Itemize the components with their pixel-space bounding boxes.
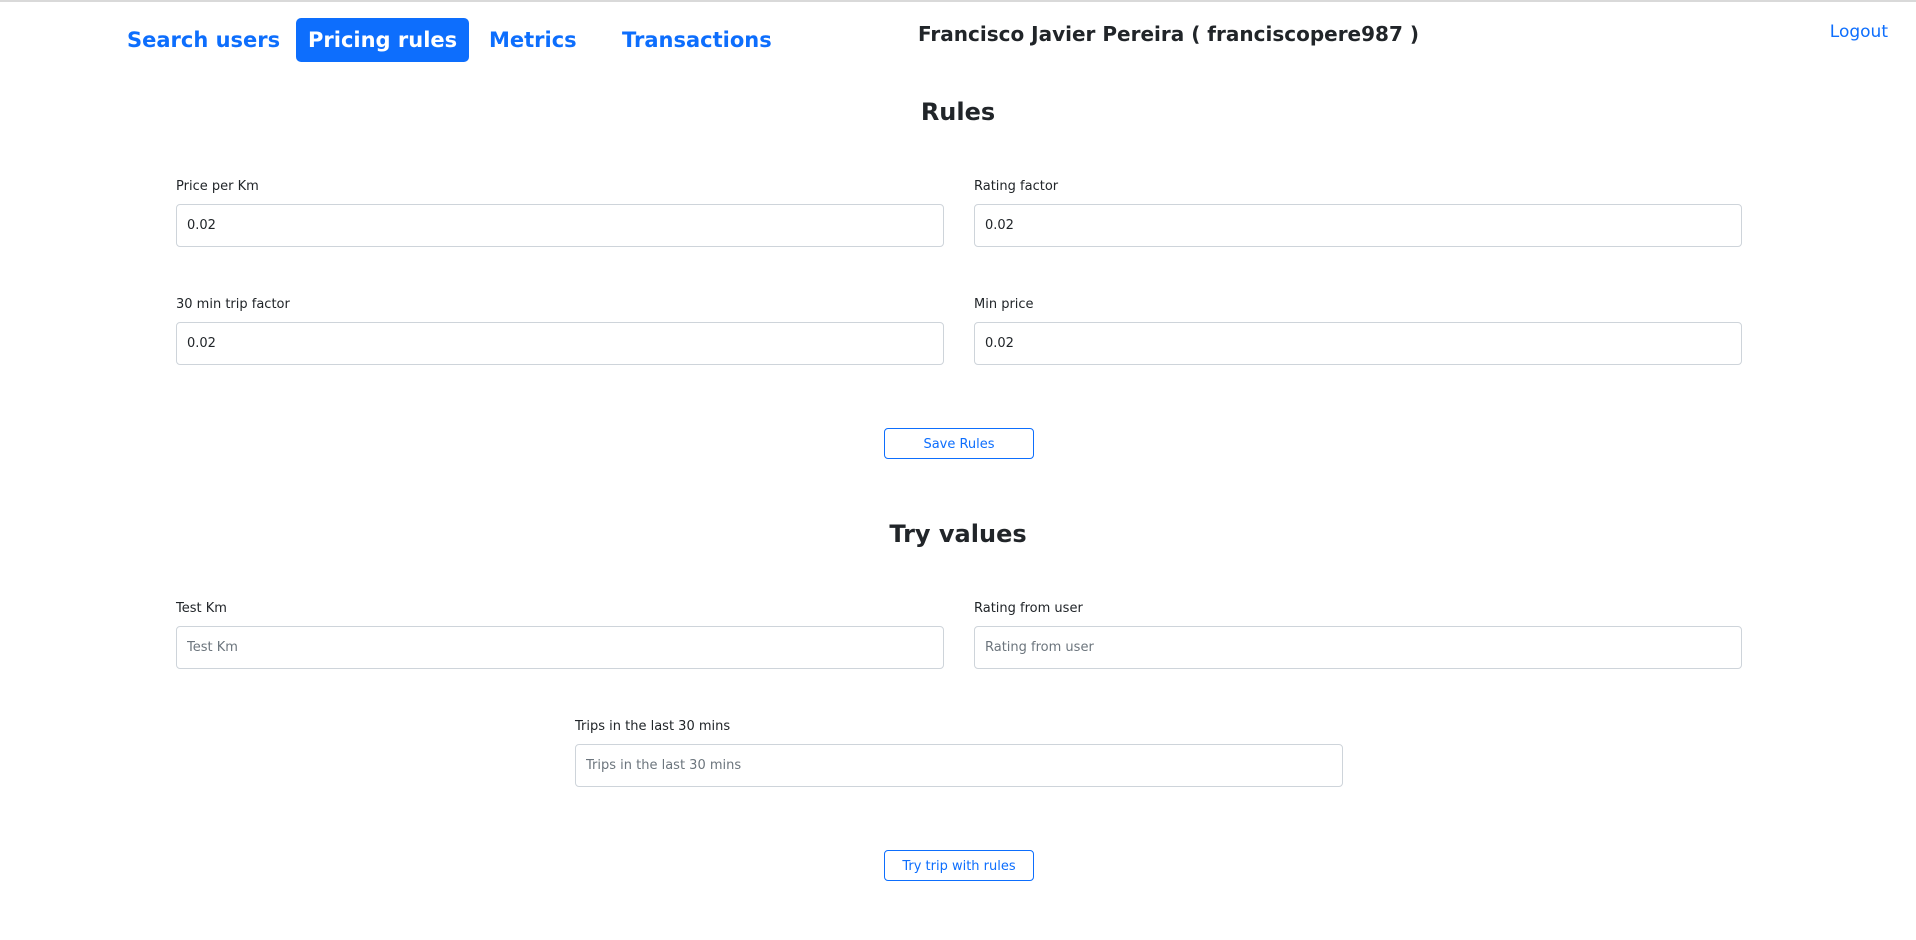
price-per-km-input[interactable]: [176, 204, 944, 247]
test-km-input[interactable]: [176, 626, 944, 669]
try-values-title: Try values: [889, 520, 1027, 548]
trip-factor-label: 30 min trip factor: [176, 297, 290, 312]
nav-pricing-rules[interactable]: Pricing rules: [296, 18, 470, 62]
rules-title: Rules: [920, 98, 996, 126]
nav-search-users[interactable]: Search users: [115, 18, 292, 62]
trip-factor-input[interactable]: [176, 322, 944, 365]
min-price-input[interactable]: [974, 322, 1742, 365]
rating-from-user-label: Rating from user: [974, 601, 1083, 616]
rating-from-user-input[interactable]: [974, 626, 1742, 669]
try-trip-button[interactable]: Try trip with rules: [884, 850, 1034, 881]
test-km-label: Test Km: [176, 601, 227, 616]
trips-last-30-label: Trips in the last 30 mins: [575, 719, 731, 734]
nav-transactions[interactable]: Transactions: [610, 18, 784, 62]
save-rules-button[interactable]: Save Rules: [884, 428, 1034, 459]
rating-factor-label: Rating factor: [974, 179, 1059, 194]
top-nav: Search users Pricing rules Metrics Trans…: [0, 0, 1916, 80]
user-title: Francisco Javier Pereira ( franciscopere…: [918, 22, 1419, 46]
price-per-km-label: Price per Km: [176, 179, 259, 194]
logout-link[interactable]: Logout: [1830, 22, 1888, 42]
min-price-label: Min price: [974, 297, 1034, 312]
nav-metrics[interactable]: Metrics: [477, 18, 589, 62]
trips-last-30-input[interactable]: [575, 744, 1343, 787]
rating-factor-input[interactable]: [974, 204, 1742, 247]
